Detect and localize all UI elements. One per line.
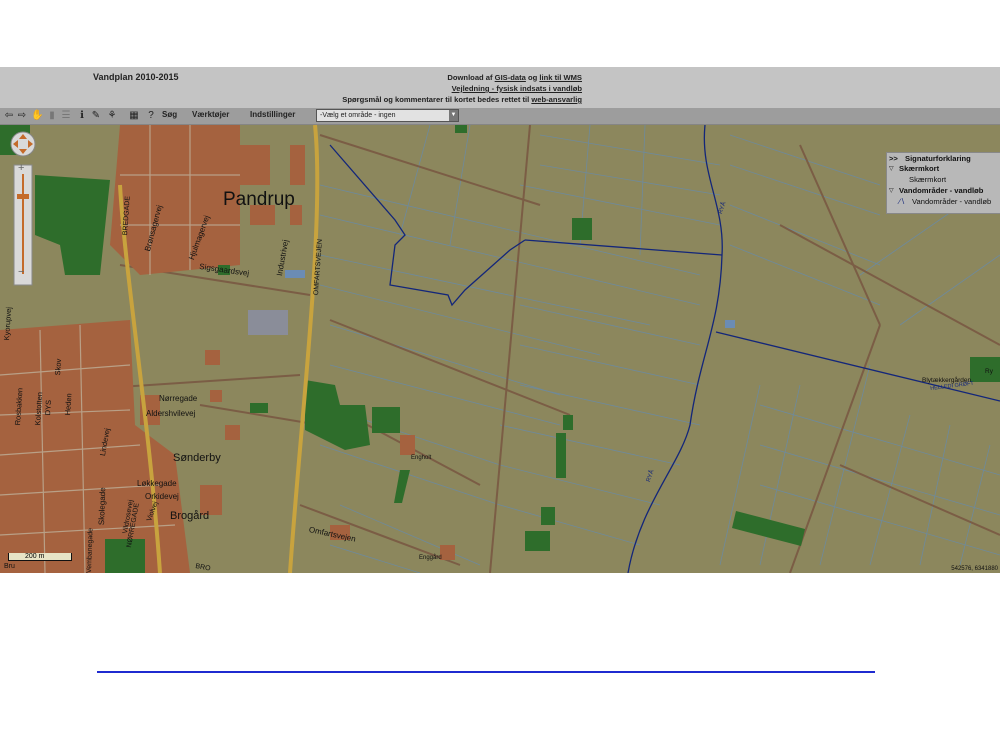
collapse-arrow-icon-2[interactable]: ▽ bbox=[889, 187, 894, 194]
back-arrow-icon[interactable]: ⇦ bbox=[3, 109, 15, 122]
map-application: Vandplan 2010-2015 Download af GIS-data … bbox=[0, 67, 1000, 573]
scale-bar: 200 m bbox=[8, 553, 72, 561]
dropdown-arrow-icon[interactable]: ▼ bbox=[449, 110, 458, 121]
wms-link[interactable]: link til WMS bbox=[539, 73, 582, 82]
scale-label: 200 m bbox=[8, 553, 72, 561]
place-label-sonderby: Sønderby bbox=[173, 452, 221, 464]
download-text: Download af bbox=[447, 73, 495, 82]
area-select[interactable]: -Vælg et område - ingen ▼ bbox=[316, 109, 459, 122]
zoom-in-icon[interactable]: + bbox=[18, 162, 24, 174]
collapse-arrow-icon[interactable]: ▽ bbox=[889, 165, 894, 172]
legend-toggle[interactable]: >> bbox=[889, 154, 898, 163]
place-label-pandrup: Pandrup bbox=[223, 189, 295, 210]
contact-text: Spørgsmål og kommentarer til kortet bede… bbox=[342, 95, 532, 104]
map-canvas[interactable]: Pandrup Sønderby Brogård Engholt Enggård… bbox=[0, 125, 1000, 573]
street-label-lokkegade: Løkkegade bbox=[137, 479, 177, 488]
pan-hand-icon[interactable]: ✋ bbox=[31, 109, 43, 122]
help-icon[interactable]: ? bbox=[145, 109, 157, 122]
divider-line bbox=[97, 671, 875, 673]
legend-panel: >> Signaturforklaring ▽ Skærmkort Skærmk… bbox=[886, 152, 1000, 214]
header-line-contact: Spørgsmål og kommentarer til kortet bede… bbox=[342, 94, 582, 105]
toolbar: ⇦ ⇨ ✋ ▮ ☰ ℹ ✎ ⚘ ▦ ? Søg Værktøjer Indsti… bbox=[0, 108, 1000, 125]
pan-control[interactable] bbox=[13, 132, 35, 156]
zoom-tool-icon[interactable]: ▮ bbox=[46, 109, 58, 122]
place-label-engholt: Engholt bbox=[411, 455, 432, 461]
measure-icon[interactable]: ⚘ bbox=[106, 109, 118, 122]
header-links: Download af GIS-data og link til WMS Vej… bbox=[342, 72, 582, 105]
forward-arrow-icon[interactable]: ⇨ bbox=[16, 109, 28, 122]
legend-item-streams: Vandområder - vandløb bbox=[912, 197, 992, 206]
gis-data-link[interactable]: GIS-data bbox=[495, 73, 526, 82]
header: Vandplan 2010-2015 Download af GIS-data … bbox=[0, 67, 1000, 108]
parking-area bbox=[248, 310, 288, 335]
legend-group-screenmap[interactable]: Skærmkort bbox=[899, 164, 939, 173]
header-line-guide: Vejledning - fysisk indsats i vandløb bbox=[342, 83, 582, 94]
street-label-skolegade: Skolegade bbox=[97, 487, 108, 526]
street-label-orkidevej: Orkidevej bbox=[145, 492, 179, 501]
legend-title: Signaturforklaring bbox=[905, 154, 971, 163]
stream-line-icon: ∕∖ bbox=[899, 197, 906, 206]
header-line-download: Download af GIS-data og link til WMS bbox=[342, 72, 582, 83]
zoom-control: + − bbox=[9, 130, 39, 290]
and-text: og bbox=[525, 73, 540, 82]
street-label-norregade: Nørregade bbox=[159, 394, 198, 403]
map-layers-icon[interactable]: ▦ bbox=[128, 109, 140, 122]
zoom-out-icon[interactable]: − bbox=[18, 266, 24, 278]
street-label-aldershvilevej: Aldershvilevej bbox=[146, 409, 196, 418]
street-label-skov: Skov bbox=[53, 358, 64, 376]
place-label-brogard: Brogård bbox=[170, 510, 210, 522]
web-responsible-link[interactable]: web-ansvarlig bbox=[531, 95, 582, 104]
pond-2 bbox=[725, 320, 735, 328]
area-select-value: -Vælg et område - ingen bbox=[320, 112, 396, 119]
coordinate-readout: 542576, 6341880 bbox=[951, 566, 998, 572]
legend-group-streams[interactable]: Vandområder - vandløb bbox=[899, 186, 983, 195]
app-title: Vandplan 2010-2015 bbox=[93, 72, 179, 82]
street-label-heden: Heden bbox=[63, 392, 74, 416]
menu-settings[interactable]: Indstillinger bbox=[250, 110, 295, 119]
menu-search[interactable]: Søg bbox=[162, 110, 177, 119]
legend-item-screenmap: Skærmkort bbox=[909, 175, 947, 184]
pond bbox=[285, 270, 305, 278]
place-label-partial: Ry bbox=[985, 368, 993, 375]
street-label-dys: DYS bbox=[43, 399, 54, 416]
menu-tools[interactable]: Værktøjer bbox=[192, 110, 229, 119]
place-label-enggard: Enggård bbox=[419, 555, 442, 561]
pencil-icon[interactable]: ✎ bbox=[90, 109, 102, 122]
guide-link[interactable]: Vejledning - fysisk indsats i vandløb bbox=[452, 84, 582, 93]
street-label-bru: Bru bbox=[4, 563, 15, 570]
info-icon[interactable]: ℹ bbox=[76, 109, 88, 122]
list-icon[interactable]: ☰ bbox=[60, 109, 72, 122]
zoom-slider-handle bbox=[17, 194, 29, 199]
